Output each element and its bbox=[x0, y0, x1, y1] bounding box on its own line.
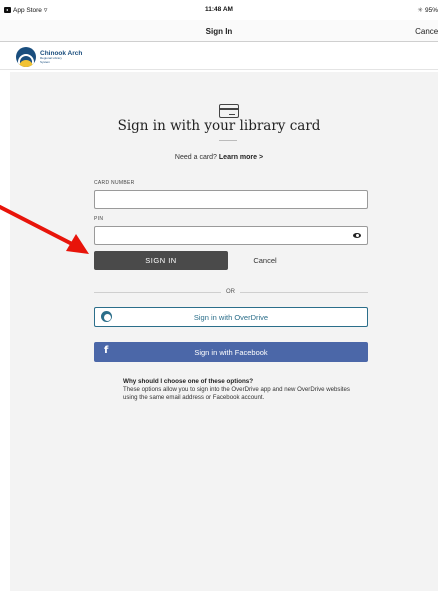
cancel-button[interactable]: Cancel bbox=[230, 251, 300, 270]
nav-title: Sign In bbox=[205, 27, 233, 36]
brand-subtitle: Regional Library System bbox=[40, 56, 62, 64]
nav-cancel-button[interactable]: Cancel bbox=[415, 27, 438, 36]
status-bar: App Store ▿ 11:48 AM ✳ 95% bbox=[0, 0, 438, 20]
battery-level: 95% bbox=[424, 7, 438, 14]
need-card-prefix: Need a card? bbox=[174, 154, 217, 161]
nav-bar: Sign In Cancel bbox=[0, 20, 438, 42]
sign-in-button[interactable]: SIGN IN bbox=[94, 251, 228, 270]
status-time: 11:48 AM bbox=[205, 6, 233, 13]
card-number-input[interactable] bbox=[94, 190, 368, 209]
or-divider-text: OR bbox=[226, 289, 235, 295]
why-options-title: Why should I choose one of these options… bbox=[123, 378, 254, 385]
overdrive-icon bbox=[101, 311, 112, 322]
why-options-body: These options allow you to sign into the… bbox=[123, 386, 350, 401]
or-divider-right bbox=[240, 292, 368, 293]
show-pin-eye-icon[interactable] bbox=[353, 233, 361, 238]
learn-more-link[interactable]: Learn more > bbox=[219, 154, 263, 161]
bluetooth-icon: ✳ bbox=[417, 7, 423, 14]
screen: App Store ▿ 11:48 AM ✳ 95% Sign In Cancel… bbox=[0, 0, 438, 591]
heading-divider bbox=[219, 140, 237, 141]
library-logo-icon bbox=[16, 47, 36, 67]
need-card-text: Need a card? Learn more > bbox=[0, 154, 438, 161]
pin-input[interactable] bbox=[94, 226, 368, 245]
library-card-icon bbox=[219, 104, 239, 118]
sign-in-facebook-button[interactable]: Sign in with Facebook bbox=[94, 342, 368, 362]
sign-in-overdrive-button[interactable]: Sign in with OverDrive bbox=[94, 307, 368, 327]
page-heading: Sign in with your library card bbox=[117, 118, 321, 134]
sign-in-panel bbox=[10, 72, 438, 591]
brand-header: Chinook Arch Regional Library System bbox=[0, 43, 438, 70]
facebook-icon: f bbox=[104, 345, 109, 356]
status-right: ✳ 95% bbox=[418, 6, 438, 14]
pin-label: PIN bbox=[94, 216, 104, 222]
or-divider-left bbox=[94, 292, 221, 293]
card-number-label: CARD NUMBER bbox=[94, 180, 135, 186]
logo-sun bbox=[19, 60, 33, 67]
